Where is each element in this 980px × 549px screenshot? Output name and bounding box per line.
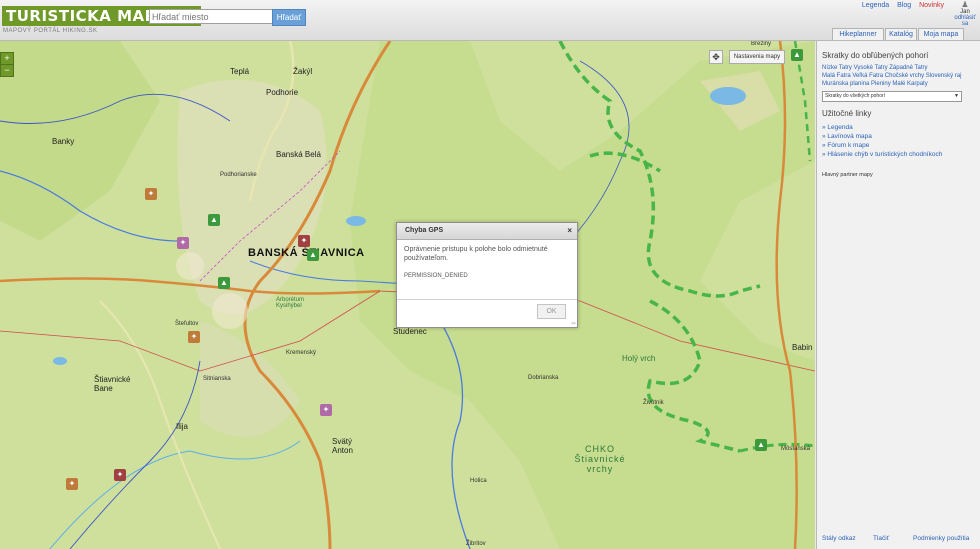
label-sitnianska: Sitnianska [203, 376, 231, 382]
dialog-message: Oprávnenie prístupu k polohe bolo odmiet… [404, 246, 548, 262]
town-label-svaty-anton: Svätý Anton [332, 437, 353, 455]
pan-icon[interactable]: ✥ [709, 50, 723, 64]
search-button[interactable]: Hľadať [272, 9, 306, 26]
dialog-titlebar[interactable]: Chyba GPS × [397, 223, 577, 240]
tab-moja-mapa[interactable]: Moja mapa [918, 28, 964, 40]
chevron-down-icon: ▼ [954, 93, 959, 99]
link-lavinova-mapa[interactable]: » Lavínová mapa [822, 132, 942, 141]
hiking-marker-icon[interactable]: ▲ [307, 249, 319, 261]
zoom-out-button[interactable]: − [0, 64, 14, 77]
label-holica: Holica [470, 478, 487, 484]
town-label-zakyl: Žakýl [293, 67, 313, 76]
tab-hikeplanner[interactable]: Hikeplanner [832, 28, 884, 40]
label-kremnicka: Kremenský [286, 350, 317, 356]
dialog-error-code: PERMISSION_DENIED [404, 273, 468, 279]
town-label-ilija: Ilija [176, 422, 189, 431]
label-breziny: Breziny [751, 41, 772, 47]
link-novinky[interactable]: Novinky [919, 2, 944, 9]
link-legenda-sidebar[interactable]: » Legenda [822, 123, 942, 132]
label-podhorianske: Podhorianske [220, 172, 257, 178]
link-legenda[interactable]: Legenda [862, 2, 889, 9]
label-arboretum: Arborétum Kysihýbel [276, 297, 305, 309]
print-link[interactable]: Tlačiť [873, 535, 889, 542]
sidebar-panel: Skratky do obľúbených pohorí Nízke Tatry… [816, 41, 980, 549]
gps-error-dialog: Chyba GPS × Oprávnenie prístupu k polohe… [396, 222, 578, 328]
town-label-podhorie: Podhorie [266, 88, 299, 97]
partner-label: Hlavný partner mapy [822, 172, 873, 178]
town-label-babina: Babin [792, 343, 813, 352]
label-dobrianska: Dobrianska [528, 375, 559, 381]
hiking-marker-icon[interactable]: ▲ [218, 277, 230, 289]
terms-link[interactable]: Podmienky použitia [913, 535, 969, 542]
town-label-studenec: Studenec [393, 327, 427, 336]
mountains-select[interactable]: Skratky do všetkých pohorí ▼ [822, 91, 962, 102]
link-forum[interactable]: » Fórum k mape [822, 141, 942, 150]
close-icon[interactable]: × [567, 226, 572, 235]
mountains-line-3[interactable]: Muránska planina Pieniny Malé Karpaty [822, 80, 974, 88]
town-label-banska-bela: Banská Belá [276, 150, 321, 159]
user-menu[interactable]: ♟ Jan odhlásiť sa [952, 0, 978, 28]
poi-marker-icon[interactable]: ✦ [298, 235, 310, 247]
label-stefultov: Štefultov [175, 321, 199, 327]
top-links: Legenda Blog Novinky [856, 2, 944, 9]
hiking-marker-icon[interactable]: ▲ [791, 49, 803, 61]
poi-marker-icon[interactable]: ✦ [177, 237, 189, 249]
map-types-button[interactable]: Nastavenia mapy [729, 50, 785, 64]
mountains-line-1[interactable]: Nízke Tatry Vysoké Tatry Západné Tatry [822, 64, 974, 72]
logout-link[interactable]: odhlásiť sa [952, 15, 978, 27]
useful-links-list: » Legenda » Lavínová mapa » Fórum k mape… [822, 123, 942, 159]
town-label-tepla: Teplá [230, 67, 250, 76]
user-icon: ♟ [961, 0, 969, 9]
header-bar: TURISTICKA MAPA.SK MAPOVÝ PORTÁL HIKING.… [0, 0, 980, 41]
hiking-marker-icon[interactable]: ▲ [208, 214, 220, 226]
mountains-select-value: Skratky do všetkých pohorí [825, 93, 886, 99]
poi-marker-icon[interactable]: ✦ [188, 331, 200, 343]
poi-marker-icon[interactable]: ✦ [145, 188, 157, 200]
dialog-title: Chyba GPS [405, 227, 444, 234]
town-label-banky: Banky [52, 137, 75, 146]
hiking-marker-icon[interactable]: ▲ [755, 439, 767, 451]
link-blog[interactable]: Blog [897, 2, 911, 9]
logo-subtitle: MAPOVÝ PORTÁL HIKING.SK [3, 28, 98, 34]
poi-marker-icon[interactable]: ✦ [66, 478, 78, 490]
permalink-link[interactable]: Stály odkaz [822, 535, 856, 542]
tab-katalog[interactable]: Katalóg [885, 28, 917, 40]
ok-button[interactable]: OK [537, 304, 566, 319]
resize-handle-icon[interactable]: ⇿ [571, 320, 576, 327]
search-input[interactable] [149, 9, 273, 24]
mountains-title: Skratky do obľúbených pohorí [822, 51, 929, 60]
dialog-divider [397, 299, 577, 300]
peak-label-holy-vrch: Holý vrch [622, 354, 656, 363]
label-mostanska: Môstanská [781, 446, 811, 452]
mountains-line-2[interactable]: Malá Fatra Veľká Fatra Chočské vrchy Slo… [822, 72, 974, 80]
poi-marker-icon[interactable]: ✦ [114, 469, 126, 481]
mountains-links: Nízke Tatry Vysoké Tatry Západné Tatry M… [822, 64, 974, 88]
label-zibritov: Žibritov [466, 541, 486, 547]
useful-links-title: Užitočné linky [822, 109, 872, 118]
link-hlasenie-chyb[interactable]: » Hlásenie chýb v turistických chodníkoc… [822, 150, 942, 159]
chko-label: CHKO Štiavnické vrchy [574, 444, 626, 474]
label-zivotnik: Živôtnik [643, 400, 664, 406]
poi-marker-icon[interactable]: ✦ [320, 404, 332, 416]
town-label-stiavnicke-bane: Štiavnické Bane [94, 375, 131, 393]
